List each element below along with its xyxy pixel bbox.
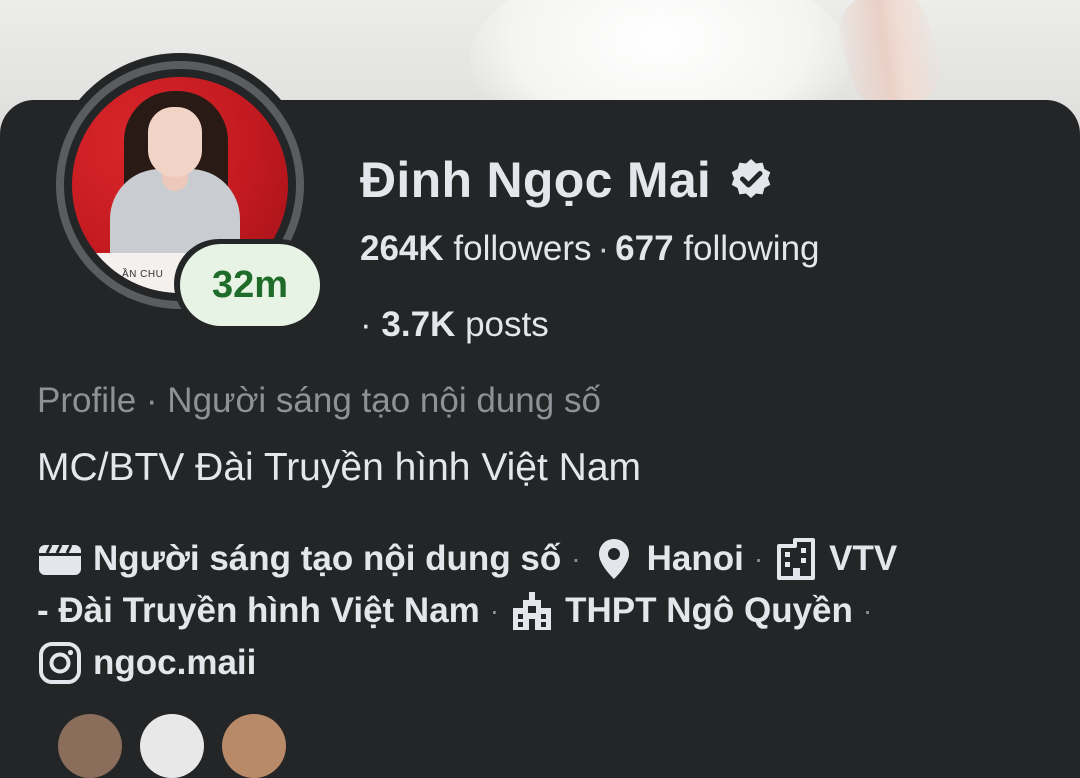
education-link[interactable]: THPT Ngô Quyền [565, 585, 853, 637]
separator-dot: · [753, 543, 764, 574]
building-icon [773, 536, 819, 582]
followers-count: 264K [360, 229, 444, 268]
posts-stat[interactable]: · 3.7K posts [360, 302, 549, 348]
details-row-1: Người sáng tạo nội dung số · Hanoi · VTV [37, 533, 1037, 585]
creator-label: Người sáng tạo nội dung số [93, 539, 562, 578]
work-link-part2[interactable]: - Đài Truyền hình Việt Nam [37, 585, 480, 637]
verified-badge-icon [731, 159, 771, 198]
work-link-part1[interactable]: VTV [829, 533, 897, 585]
following-count: 677 [615, 229, 674, 268]
followers-link[interactable]: 264K followers [360, 229, 592, 268]
following-label: following [683, 229, 820, 268]
separator-dot: · [360, 305, 372, 344]
profile-bio: MC/BTV Đài Truyền hình Việt Nam [37, 446, 642, 489]
avatar-banner-text: ẦN CHU [122, 269, 164, 280]
profile-category: Profile · Người sáng tạo nội dung số [37, 381, 601, 420]
instagram-icon [37, 640, 83, 686]
follow-stats: 264K followers · 677 following [360, 226, 820, 272]
name-row: Đinh Ngọc Mai [360, 145, 775, 215]
posts-count: 3.7K [381, 305, 456, 344]
instagram-link[interactable]: ngoc.maii [93, 637, 256, 689]
intro-details: Người sáng tạo nội dung số · Hanoi · VTV… [37, 533, 1037, 689]
avatar-face [148, 107, 202, 177]
separator-dot: · [597, 229, 610, 268]
posts-label: posts [465, 305, 549, 344]
separator-dot: · [489, 595, 500, 626]
details-row-3: ngoc.maii [37, 637, 1037, 689]
clapperboard-icon [37, 536, 83, 582]
school-icon [509, 588, 555, 634]
location-pin-icon [591, 536, 637, 582]
location-link[interactable]: Hanoi [647, 533, 744, 585]
profile-name: Đinh Ngọc Mai [360, 152, 712, 208]
details-row-2: - Đài Truyền hình Việt Nam · THPT Ngô Qu… [37, 585, 1037, 637]
separator-dot: · [571, 543, 581, 574]
followers-label: followers [453, 229, 592, 268]
following-link[interactable]: 677 following [615, 229, 819, 268]
status-badge[interactable]: 32m [180, 244, 320, 326]
separator-dot: · [862, 595, 873, 626]
